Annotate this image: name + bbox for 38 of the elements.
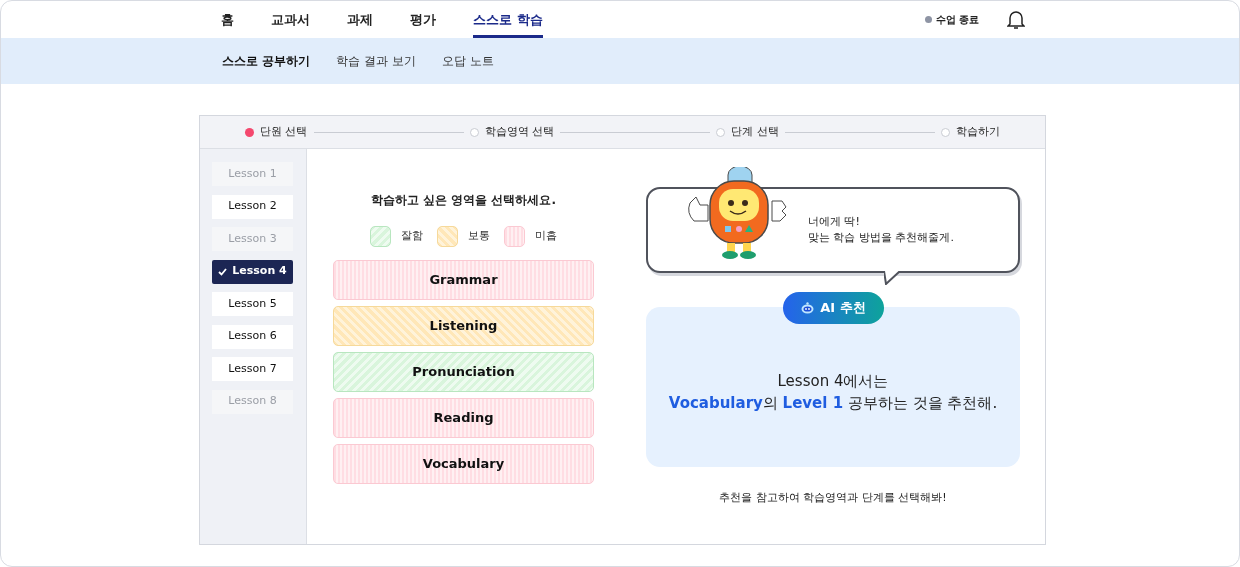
hint-text: 추천을 참고하여 학습영역과 단계를 선택해봐! [718, 490, 948, 506]
bell-icon[interactable] [1007, 9, 1025, 30]
legend-label: 미흡 [535, 227, 557, 244]
lesson-item[interactable]: Lesson 5 [212, 292, 293, 316]
legend-label: 보통 [468, 227, 490, 244]
instruction-text: 학습하고 싶은 영역을 선택하세요. [370, 192, 557, 209]
subnav-tab[interactable]: 스스로 공부하기 [222, 52, 311, 70]
area-button[interactable]: Listening [333, 306, 594, 346]
speech-text: 너에게 딱! [808, 214, 861, 230]
step-label: 학습영역 선택 [484, 123, 555, 140]
nav-tab[interactable]: 과제 [347, 1, 373, 38]
area-button[interactable]: Grammar [333, 260, 594, 300]
legend-label: 잘함 [401, 227, 423, 244]
lesson-item[interactable]: Lesson 2 [212, 194, 293, 219]
lesson-item[interactable]: Lesson 4 [212, 259, 293, 284]
step-label: 단원 선택 [260, 123, 308, 140]
legend-swatch [504, 225, 525, 247]
check-icon [218, 267, 228, 276]
nav-tab[interactable]: 교과서 [271, 1, 310, 38]
ai-recommend-badge: AI 추천 [783, 292, 884, 324]
area-button[interactable]: Reading [333, 398, 594, 438]
area-button[interactable]: Pronunciation [333, 352, 594, 392]
recommendation-text: Lesson 4에서는 [777, 371, 889, 392]
lesson-item[interactable]: Lesson 6 [212, 324, 293, 349]
speech-text: 맞는 학습 방법을 추천해줄게. [808, 230, 954, 246]
lesson-item[interactable]: Lesson 7 [212, 357, 293, 381]
step-label: 단계 선택 [731, 123, 779, 140]
step-label: 학습하기 [956, 123, 1000, 140]
legend-swatch [437, 225, 458, 247]
legend-swatch [370, 225, 391, 247]
area-button[interactable]: Vocabulary [333, 444, 594, 484]
robot-icon [801, 302, 815, 314]
nav-tab[interactable]: 평가 [410, 1, 436, 38]
nav-tab[interactable]: 홈 [221, 1, 234, 38]
subnav-tab[interactable]: 학습 결과 보기 [336, 52, 416, 70]
subnav-tab[interactable]: 오답 노트 [441, 52, 494, 70]
class-status[interactable]: 수업 종료 [935, 12, 979, 27]
recommendation-text: Vocabulary의 Level 1 공부하는 것을 추천해. [668, 393, 998, 414]
